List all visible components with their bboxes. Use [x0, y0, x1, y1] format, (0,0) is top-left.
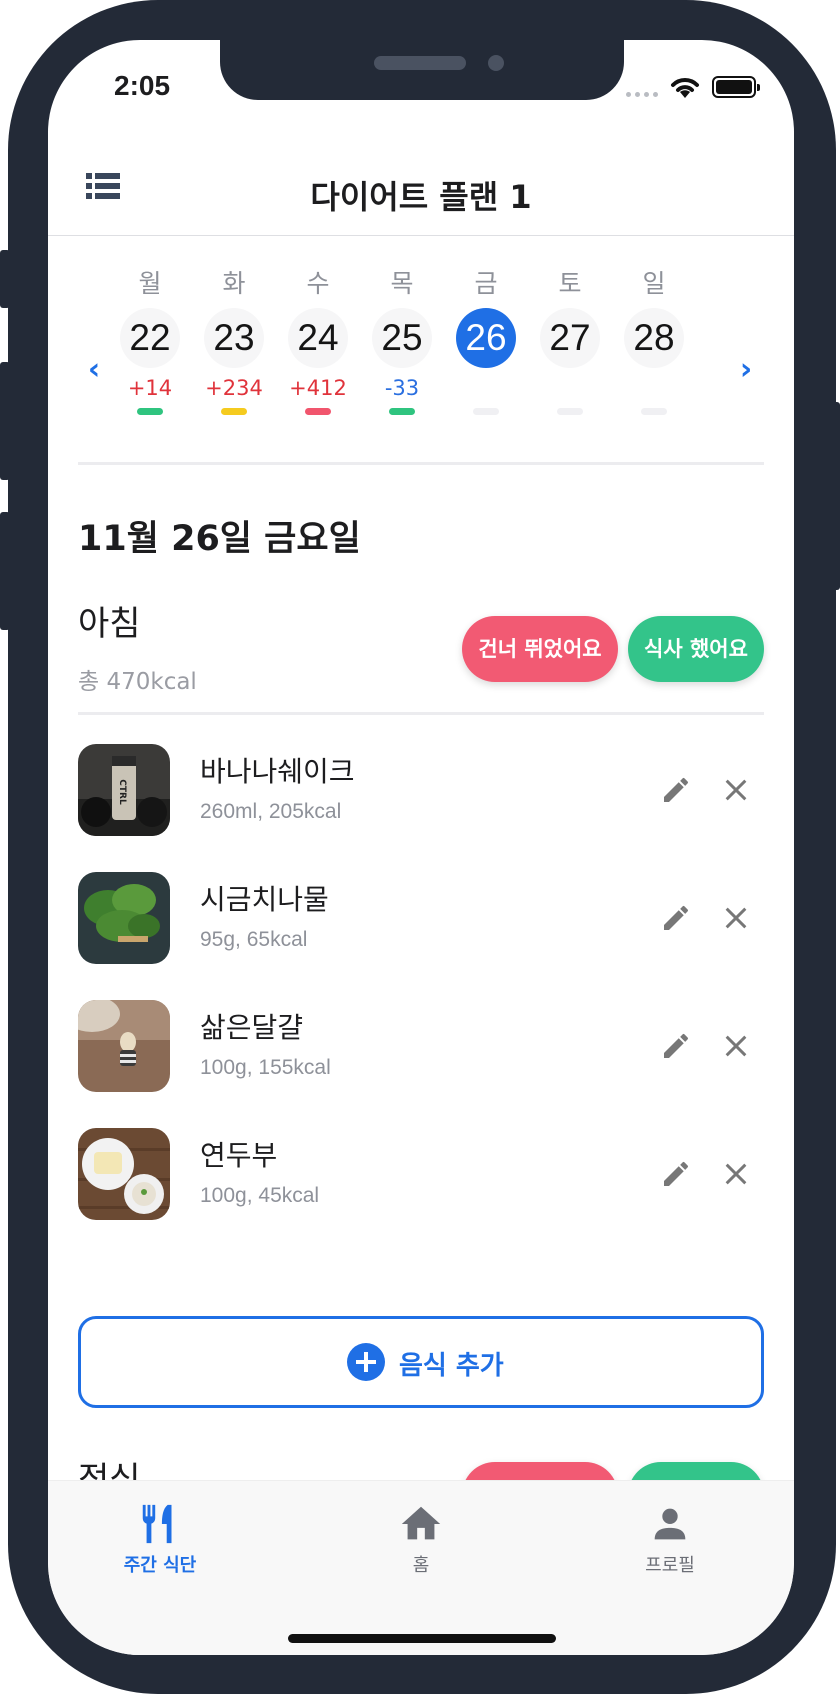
food-item[interactable]: 삶은달걀 100g, 155kcal [78, 1000, 764, 1092]
food-name: 바나나쉐이크 [200, 755, 355, 788]
home-indicator [288, 1634, 556, 1643]
day-of-week: 화 [222, 269, 246, 298]
status-bar-indicator [137, 408, 163, 415]
divider [78, 462, 764, 465]
home-icon [401, 1506, 441, 1540]
add-circle-icon [347, 1343, 385, 1381]
food-portion: 100g, 155kcal [200, 1056, 331, 1079]
day-of-week: 목 [390, 269, 414, 298]
status-bar-indicator [473, 408, 499, 415]
tab-profile[interactable]: 프로필 [600, 1501, 740, 1577]
food-portion: 260ml, 205kcal [200, 800, 342, 823]
day-monday[interactable]: 월 22 +14 [110, 266, 190, 415]
add-food-label: 음식 추가 [399, 1351, 504, 1381]
prev-week-chevron-icon[interactable]: ‹ [82, 355, 106, 385]
meal-total-calories: 총 470kcal [78, 669, 197, 695]
food-name: 시금치나물 [200, 883, 329, 916]
tab-weekly-meals[interactable]: 주간 식단 [90, 1501, 230, 1577]
calorie-delta: -33 [384, 376, 420, 400]
selected-date-title: 11월 26일 금요일 [78, 519, 361, 559]
day-friday[interactable]: 금 26 [446, 266, 526, 415]
wifi-icon [671, 78, 699, 98]
day-number: 28 [624, 308, 684, 368]
day-thursday[interactable]: 목 25 -33 [362, 266, 442, 415]
next-week-chevron-icon[interactable]: › [734, 355, 758, 385]
divider [78, 712, 764, 715]
food-name: 삶은달걀 [200, 1011, 304, 1044]
food-item[interactable]: CTRL 바나나쉐이크 260ml, 205kcal [78, 744, 764, 836]
fork-knife-icon [142, 1504, 172, 1544]
day-of-week: 월 [138, 269, 162, 298]
ate-meal-button[interactable]: 식사 했어요 [628, 616, 764, 682]
close-icon[interactable] [720, 902, 752, 934]
calorie-delta: +412 [289, 376, 347, 400]
day-number: 23 [204, 308, 264, 368]
pencil-icon[interactable] [660, 774, 692, 806]
day-of-week: 수 [306, 269, 330, 298]
add-food-button[interactable]: 음식 추가 [78, 1316, 764, 1408]
app-screen: 2:05 다이어트 플랜 1 ‹ › 월 22 +14 화 23 +234 수 … [48, 40, 794, 1655]
food-portion: 95g, 65kcal [200, 928, 308, 951]
skipped-meal-button[interactable]: 건너 뛰었어요 [462, 616, 618, 682]
status-bar-indicator [641, 408, 667, 415]
day-number: 24 [288, 308, 348, 368]
food-name: 연두부 [200, 1139, 278, 1172]
tab-label: 주간 식단 [123, 1555, 197, 1576]
pencil-icon[interactable] [660, 902, 692, 934]
volume-up-button [0, 362, 10, 480]
calorie-delta [530, 370, 610, 406]
volume-down-button [0, 512, 10, 630]
plan-title: 다이어트 플랜 1 [310, 178, 532, 216]
food-image-boiled-egg [78, 1000, 170, 1092]
day-number: 25 [372, 308, 432, 368]
day-of-week: 금 [474, 269, 498, 298]
close-icon[interactable] [720, 1158, 752, 1190]
food-image-spinach [78, 872, 170, 964]
app-header: 다이어트 플랜 1 [48, 150, 794, 236]
signal-icon [626, 92, 658, 97]
food-image-shaker-bottle: CTRL [78, 744, 170, 836]
notch [220, 40, 624, 100]
food-item[interactable]: 연두부 100g, 45kcal [78, 1128, 764, 1220]
food-image-soft-tofu [78, 1128, 170, 1220]
person-icon [654, 1508, 686, 1540]
day-wednesday[interactable]: 수 24 +412 [278, 266, 358, 415]
power-button [830, 402, 840, 590]
calorie-delta: +14 [127, 376, 173, 400]
mute-switch [0, 250, 10, 308]
day-number: 27 [540, 308, 600, 368]
calorie-delta [614, 370, 694, 406]
day-saturday[interactable]: 토 27 [530, 266, 610, 415]
speaker [374, 56, 466, 70]
week-calendar: ‹ › 월 22 +14 화 23 +234 수 24 +412 목 25 -3… [48, 266, 794, 466]
status-bar-indicator [557, 408, 583, 415]
battery-icon [712, 76, 760, 98]
pencil-icon[interactable] [660, 1158, 692, 1190]
tab-label: 프로필 [645, 1555, 695, 1576]
tab-home[interactable]: 홈 [351, 1501, 491, 1577]
svg-text:CTRL: CTRL [117, 779, 127, 805]
food-item[interactable]: 시금치나물 95g, 65kcal [78, 872, 764, 964]
close-icon[interactable] [720, 774, 752, 806]
food-portion: 100g, 45kcal [200, 1184, 320, 1207]
day-of-week: 토 [558, 269, 582, 298]
calorie-delta [446, 370, 526, 406]
status-bar-indicator [305, 408, 331, 415]
day-of-week: 일 [642, 269, 666, 298]
status-bar-indicator [389, 408, 415, 415]
front-camera [488, 55, 504, 71]
bottom-tab-bar: 주간 식단 홈 프로필 [48, 1480, 794, 1655]
pencil-icon[interactable] [660, 1030, 692, 1062]
tab-label: 홈 [412, 1555, 430, 1576]
calorie-delta: +234 [205, 376, 263, 400]
day-number: 22 [120, 308, 180, 368]
status-time: 2:05 [114, 70, 171, 101]
close-icon[interactable] [720, 1030, 752, 1062]
day-number-selected: 26 [456, 308, 516, 368]
day-tuesday[interactable]: 화 23 +234 [194, 266, 274, 415]
day-sunday[interactable]: 일 28 [614, 266, 694, 415]
meal-name: 아침 [78, 604, 141, 644]
status-bar-indicator [221, 408, 247, 415]
